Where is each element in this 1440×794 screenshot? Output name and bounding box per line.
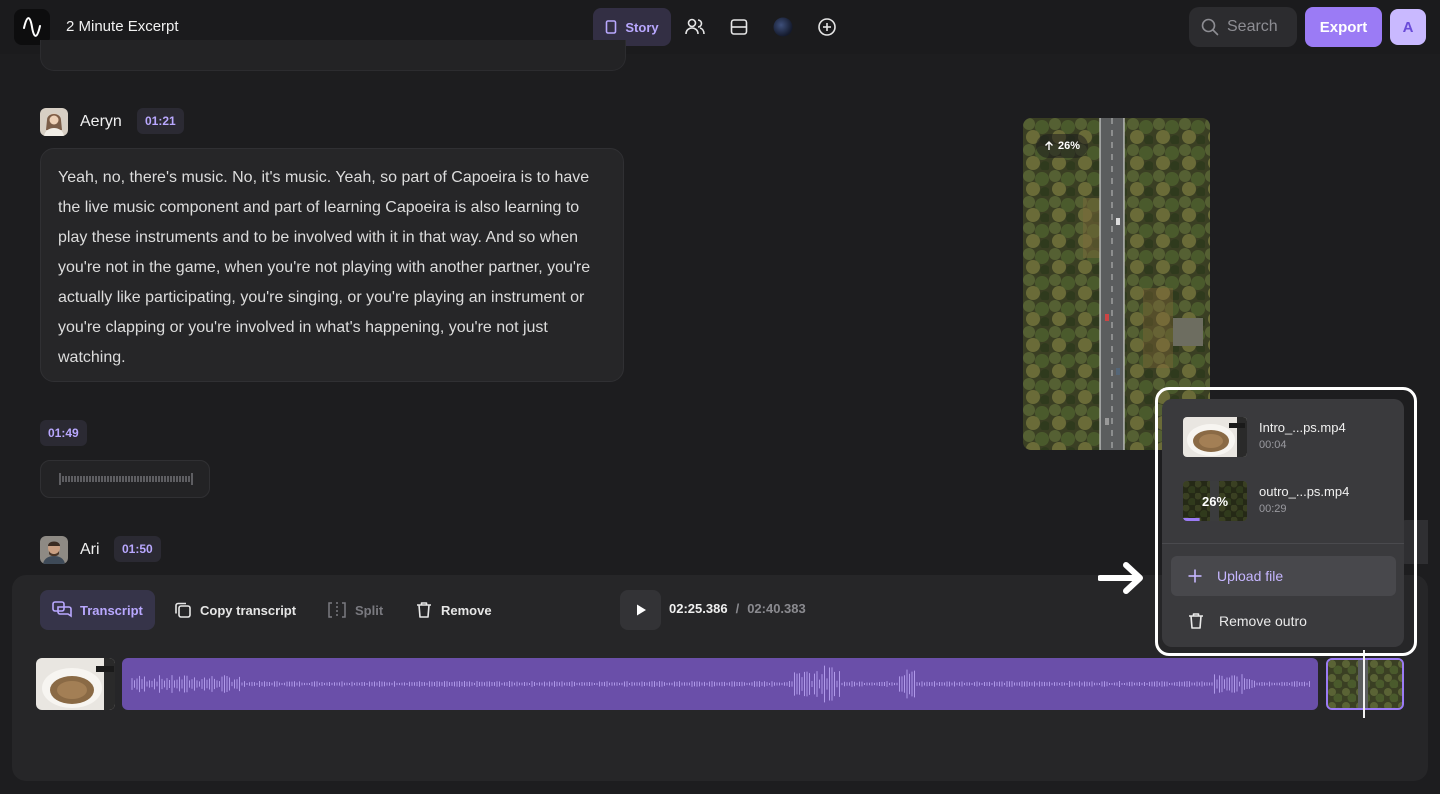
intro-clip[interactable] (36, 658, 115, 710)
play-button[interactable] (620, 590, 661, 630)
search-placeholder: Search (1227, 18, 1278, 35)
timecode: 02:25.386 / 02:40.383 (669, 601, 806, 616)
audio-track[interactable] (122, 658, 1318, 710)
split-button[interactable]: Split (327, 590, 383, 630)
arrow-up-icon (1045, 141, 1053, 150)
speaker-avatar-aeryn (40, 108, 68, 136)
document-icon (606, 20, 617, 34)
story-label: Story (625, 19, 659, 35)
remove-label: Remove (441, 602, 492, 618)
playhead[interactable] (1363, 650, 1365, 718)
outro-thumbnail-image (1328, 660, 1402, 708)
play-icon (636, 604, 646, 616)
speaker-name[interactable]: Ari (80, 541, 100, 559)
remove-button[interactable]: Remove (415, 590, 492, 630)
transcript-text[interactable]: Yeah, no, there's music. No, it's music.… (58, 169, 590, 366)
project-title[interactable]: 2 Minute Excerpt (66, 18, 179, 35)
waveform-logo-icon (23, 17, 41, 37)
timestamp-badge[interactable]: 01:50 (114, 536, 161, 562)
current-time: 02:25.386 (669, 601, 728, 616)
transcript-tab[interactable]: Transcript (40, 590, 155, 630)
time-separator: / (735, 601, 740, 616)
layout-icon (730, 19, 748, 35)
export-button[interactable]: Export (1305, 7, 1382, 47)
avatar-photo-icon (40, 536, 68, 564)
plus-circle-icon (818, 18, 836, 36)
annotation-arrow-icon (1097, 560, 1148, 601)
user-avatar[interactable]: A (1390, 9, 1426, 45)
upload-progress-badge: 26% (1036, 134, 1089, 158)
intro-thumbnail-image (36, 658, 115, 710)
speakers-button[interactable] (682, 14, 708, 40)
silence-waveform-card[interactable] (40, 460, 210, 498)
speaker-name[interactable]: Aeryn (80, 113, 122, 131)
split-label: Split (355, 602, 384, 618)
transcript-paragraph[interactable]: Yeah, no, there's music. No, it's music.… (40, 148, 624, 382)
transcript-icon (52, 601, 72, 618)
split-icon (328, 602, 346, 618)
trash-icon (417, 602, 431, 618)
copy-transcript-label: Copy transcript (200, 602, 297, 618)
search-icon (1201, 18, 1219, 36)
mini-waveform-icon (59, 473, 193, 485)
annotation-highlight-box (1155, 387, 1417, 656)
previous-paragraph-card[interactable] (40, 40, 626, 71)
copy-icon (175, 602, 191, 618)
audio-waveform (131, 665, 1310, 703)
outro-clip[interactable] (1326, 658, 1404, 710)
copy-transcript-button[interactable]: Copy transcript (174, 590, 296, 630)
search-button[interactable]: Search (1189, 7, 1297, 47)
background-swatch-icon (773, 17, 793, 37)
total-time: 02:40.383 (747, 601, 806, 616)
upload-progress-text: 26% (1058, 140, 1081, 152)
layout-button[interactable] (726, 14, 752, 40)
users-icon (685, 18, 705, 35)
add-button[interactable] (814, 14, 840, 40)
timestamp-badge[interactable]: 01:21 (137, 108, 184, 134)
avatar-photo-icon (40, 108, 68, 136)
speaker-avatar-ari (40, 536, 68, 564)
transcript-label: Transcript (80, 602, 143, 618)
background-button[interactable] (770, 14, 796, 40)
timestamp-badge[interactable]: 01:49 (40, 420, 87, 446)
